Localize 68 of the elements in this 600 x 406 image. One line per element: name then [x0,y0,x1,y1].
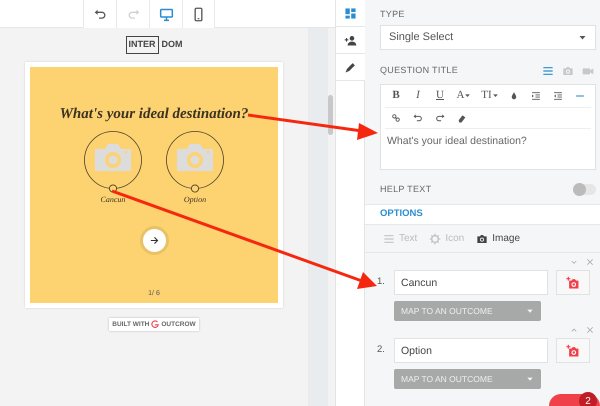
field-label: QUESTION TITLE [380,64,458,77]
caret-icon [464,92,472,99]
add-user-icon [344,34,357,46]
dashboard-icon [344,6,357,20]
arrow-right-icon [148,235,160,246]
outdent-icon [553,90,563,100]
format-button[interactable]: B [385,86,407,106]
lines-icon [383,232,395,244]
redo-icon [126,8,140,20]
question-title: What's your ideal destination? [60,104,248,124]
pencil-icon [344,60,357,74]
option-type-tab[interactable]: Image [476,231,520,246]
field-label: TYPE [380,8,406,21]
notification-badge: 2 [579,392,597,406]
option-label: Cancun [100,194,126,206]
add-user-tab[interactable] [336,27,365,54]
close-icon [586,326,594,334]
scrollbar-thumb[interactable] [328,95,333,135]
field-label: HELP TEXT [380,182,432,196]
help-text-toggle[interactable] [574,184,596,195]
option-label: Option [184,194,206,206]
add-camera-icon [566,344,580,358]
indent-icon [531,90,541,100]
caret-icon [492,92,499,99]
undo-icon [413,112,423,122]
outgrow-logo-icon [151,320,160,328]
format-button[interactable]: U [429,86,451,106]
logo-text: INTER [126,36,158,54]
layout-tab[interactable] [336,0,365,27]
option-image-drawing[interactable] [165,131,225,193]
close-button[interactable] [584,325,596,335]
chevron-down-icon [570,258,578,266]
close-button[interactable] [584,257,596,267]
redo-icon [435,112,445,122]
chat-button[interactable]: 2 [549,394,600,406]
add-camera-icon [566,276,580,290]
section-header: OPTIONS [365,204,600,225]
option-number: 2. [377,343,386,358]
undo-button[interactable] [83,0,116,28]
option-input[interactable]: Option [394,338,548,363]
chevron-up-icon [570,326,578,334]
eraser-icon [457,112,467,122]
pencil-tab[interactable] [336,54,365,81]
format-button[interactable]: A [451,86,477,106]
format-button[interactable]: TI [477,86,503,106]
logo-text: DOM [162,38,182,51]
add-image-button[interactable] [556,338,590,363]
undo-icon [94,8,106,20]
link-icon [391,112,401,122]
desktop-icon [158,6,174,22]
desktop-button[interactable] [149,0,182,28]
option-input[interactable]: Cancun [394,270,548,295]
caret-icon [526,375,534,383]
question-text: What's your ideal destination? [386,134,528,148]
close-icon [586,258,594,266]
caret-icon [526,307,534,315]
add-image-button[interactable] [556,270,590,295]
gear-icon [429,232,442,244]
mobile-button[interactable] [182,0,215,28]
type-select[interactable]: Single Select [380,24,596,50]
camera-icon [562,64,574,76]
lines-icon [542,64,554,76]
camera-icon [476,232,488,244]
option-image-drawing[interactable] [83,131,143,193]
option-number: 1. [377,275,386,290]
drop-icon [509,90,519,100]
format-button[interactable]: I [407,86,429,106]
rich-text-editor[interactable]: B I U A TI What's your ideal destination? [380,84,596,170]
